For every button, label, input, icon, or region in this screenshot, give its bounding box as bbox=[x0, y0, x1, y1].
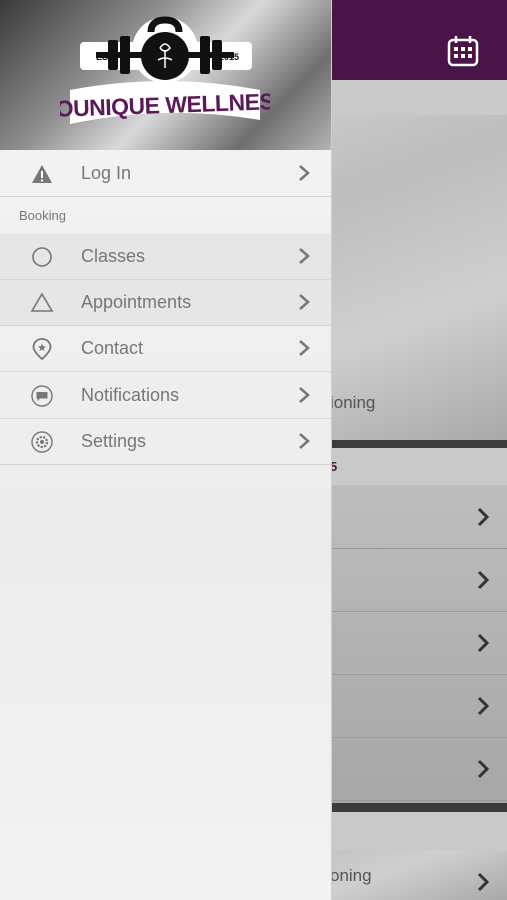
class-card-title: ioning bbox=[330, 393, 376, 412]
menu-item-login[interactable]: Log In bbox=[0, 151, 331, 197]
menu-item-label: Log In bbox=[81, 163, 132, 183]
chat-bubble-icon bbox=[31, 385, 53, 407]
class-card-title: oning bbox=[330, 866, 372, 885]
chevron-right-icon bbox=[477, 507, 490, 527]
chevron-right-icon bbox=[477, 633, 490, 653]
menu-item-settings[interactable]: Settings bbox=[0, 419, 331, 465]
est-label: EST bbox=[96, 52, 114, 62]
menu-item-contact[interactable]: Contact bbox=[0, 326, 331, 372]
chevron-right-icon bbox=[299, 340, 310, 356]
chevron-right-icon bbox=[299, 387, 310, 403]
chevron-right-icon bbox=[477, 759, 490, 779]
younique-wellness-logo: EST 2015 YOUNIQUE WELLNESS bbox=[60, 16, 270, 124]
chevron-right-icon bbox=[299, 165, 310, 181]
chevron-right-icon bbox=[299, 433, 310, 449]
menu-item-appointments[interactable]: Appointments bbox=[0, 280, 331, 326]
gear-icon bbox=[31, 431, 53, 453]
location-pin-icon bbox=[32, 338, 52, 361]
chevron-right-icon bbox=[477, 696, 490, 716]
triangle-icon bbox=[30, 292, 54, 312]
chevron-right-icon bbox=[299, 248, 310, 264]
chevron-right-icon bbox=[299, 294, 310, 310]
chevron-right-icon bbox=[477, 570, 490, 590]
menu-item-label: Appointments bbox=[81, 292, 192, 312]
menu-item-classes[interactable]: Classes bbox=[0, 234, 331, 280]
menu-item-label: Settings bbox=[81, 431, 147, 451]
chevron-right-icon bbox=[477, 872, 490, 892]
year-label: 2015 bbox=[219, 52, 239, 62]
drawer-header-image: EST 2015 YOUNIQUE WELLNESS bbox=[0, 0, 331, 150]
section-header-booking: Booking bbox=[19, 208, 66, 223]
side-drawer: EST 2015 YOUNIQUE WELLNESS Log In Bookin… bbox=[0, 0, 332, 900]
calendar-icon[interactable] bbox=[446, 34, 480, 68]
menu-item-label: Notifications bbox=[81, 385, 180, 405]
menu-item-label: Contact bbox=[81, 338, 144, 358]
menu-item-label: Classes bbox=[81, 246, 146, 266]
warning-icon bbox=[32, 165, 52, 183]
circle-icon bbox=[32, 247, 52, 267]
menu-item-notifications[interactable]: Notifications bbox=[0, 373, 331, 419]
